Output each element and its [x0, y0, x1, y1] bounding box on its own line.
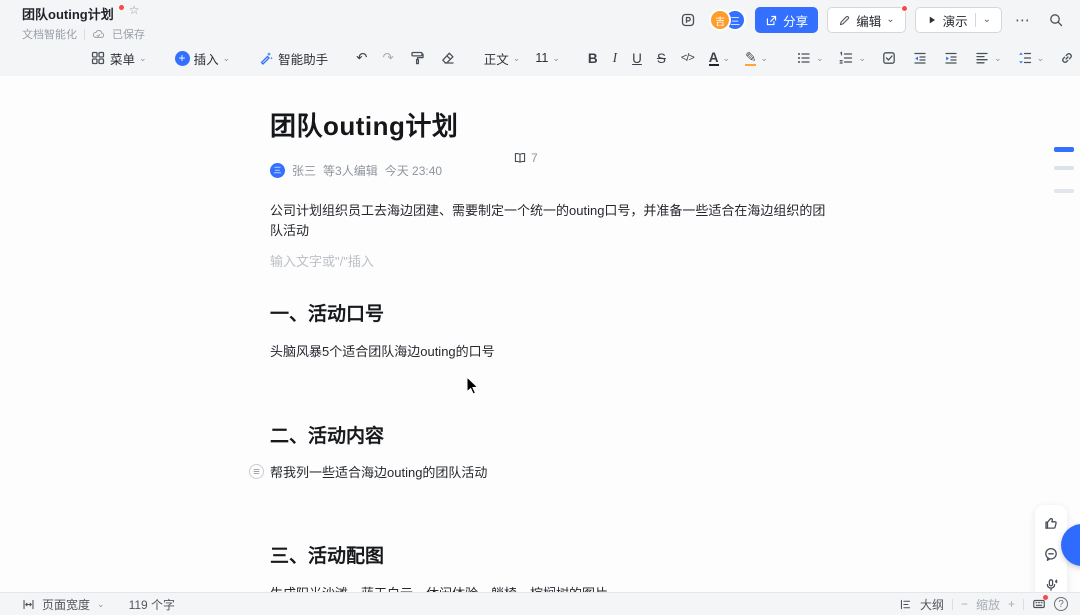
doc-title-text[interactable]: 团队outing计划	[22, 4, 114, 23]
inline-code-button[interactable]: </>	[677, 49, 698, 67]
cloud-saved-icon	[92, 28, 105, 41]
more-menu-icon[interactable]: ⋯	[1011, 8, 1035, 32]
outdent-button[interactable]	[908, 47, 932, 69]
chevron-down-icon: ⌄	[223, 56, 231, 61]
font-size-select[interactable]: 11⌄	[531, 48, 564, 68]
link-button[interactable]	[1055, 47, 1079, 69]
line-spacing-button[interactable]: ⌄	[1013, 47, 1049, 69]
undo-button[interactable]: ↶	[352, 47, 371, 69]
menu-button[interactable]: 菜单⌄	[86, 46, 151, 71]
bold-button[interactable]: B	[584, 48, 602, 69]
page-width-select[interactable]: 页面宽度	[42, 596, 90, 613]
section-heading-3[interactable]: 三、活动配图	[270, 541, 830, 568]
chevron-down-icon: ⌄	[139, 56, 147, 61]
paragraph-menu-icon[interactable]	[249, 464, 264, 479]
collaborator-avatars[interactable]: 吉 三	[709, 9, 746, 31]
edit-mode-button[interactable]: 编辑 ⌄	[827, 7, 905, 33]
editor-placeholder[interactable]: 输入文字或"/"插入	[270, 251, 830, 270]
section-heading-1[interactable]: 一、活动口号	[270, 299, 830, 326]
help-button[interactable]: ?	[1054, 597, 1068, 611]
top-bar: 团队outing计划 ☆ 文档智能化 已保存 吉 三	[0, 0, 1080, 40]
format-painter-icon[interactable]	[405, 47, 429, 69]
section-heading-2[interactable]: 二、活动内容	[270, 421, 830, 448]
notification-dot	[1043, 595, 1048, 600]
task-checkbox-button[interactable]	[877, 47, 901, 69]
chevron-down-icon: ⌄	[983, 17, 991, 23]
author-avatar[interactable]: 三	[270, 163, 285, 178]
outline-indicator[interactable]	[1054, 189, 1074, 193]
outline-indicator[interactable]	[1054, 166, 1074, 170]
share-button[interactable]: 分享	[755, 7, 818, 33]
like-button[interactable]	[1040, 512, 1062, 534]
redo-button[interactable]: ↷	[378, 47, 397, 69]
editor-toolbar: 菜单⌄ + 插入⌄ 智能助手 ↶ ↷ 正文⌄ 11⌄ B I U S	[0, 40, 1080, 76]
insert-button[interactable]: + 插入⌄	[171, 46, 235, 71]
mouse-cursor	[466, 376, 480, 396]
edit-notification-dot	[901, 5, 908, 12]
ai-assistant-button[interactable]: 智能助手	[254, 46, 332, 71]
unsaved-red-dot	[119, 5, 124, 10]
edit-time: 今天 23:40	[385, 162, 442, 179]
shortcuts-button[interactable]	[1032, 597, 1046, 611]
divider	[84, 29, 85, 40]
chevron-down-icon: ⌄	[858, 56, 866, 61]
font-color-button[interactable]: A⌄	[705, 48, 734, 69]
comment-bubble-button[interactable]	[1040, 543, 1062, 565]
status-bar: 页面宽度 ⌄ 119 个字 大纲 − 缩放 + ?	[0, 592, 1080, 615]
divider	[1023, 599, 1024, 610]
outline-indicator-active[interactable]	[1054, 147, 1074, 152]
search-icon[interactable]	[1044, 8, 1068, 32]
zoom-level: 缩放	[976, 596, 1000, 613]
outline-icon	[899, 598, 912, 611]
align-button[interactable]: ⌄	[970, 47, 1006, 69]
chevron-down-icon: ⌄	[513, 56, 521, 61]
italic-button[interactable]: I	[609, 47, 622, 69]
chevron-down-icon: ⌄	[994, 56, 1002, 61]
paragraph-style-select[interactable]: 正文⌄	[480, 46, 525, 71]
author-name[interactable]: 张三	[292, 162, 316, 179]
zoom-out-button[interactable]: −	[961, 597, 968, 611]
word-count: 119 个字	[129, 596, 175, 613]
document-title[interactable]: 团队outing计划	[270, 106, 830, 143]
underline-button[interactable]: U	[628, 48, 646, 69]
avatar[interactable]: 吉	[709, 9, 731, 31]
chevron-down-icon: ⌄	[723, 56, 731, 61]
doc-info: 团队outing计划 ☆ 文档智能化 已保存	[22, 4, 145, 42]
document-canvas[interactable]: 团队outing计划 三 张三 等3人编辑 今天 23:40 公司计划组织员工去…	[0, 76, 1080, 592]
chevron-down-icon: ⌄	[1037, 56, 1045, 61]
doc-meta-row: 三 张三 等3人编辑 今天 23:40	[270, 162, 830, 179]
plus-icon: +	[175, 51, 190, 66]
bullet-list-button[interactable]: ⌄	[792, 47, 828, 69]
zoom-in-button[interactable]: +	[1008, 597, 1015, 611]
history-record-icon[interactable]	[676, 8, 700, 32]
strikethrough-button[interactable]: S	[653, 48, 670, 69]
present-button[interactable]: 演示 ⌄	[915, 7, 1002, 33]
ordered-list-button[interactable]: ⌄	[834, 47, 870, 69]
outline-toggle[interactable]: 大纲	[920, 596, 944, 613]
favorite-star-icon[interactable]: ☆	[129, 3, 140, 17]
page-width-icon	[22, 598, 35, 611]
app-window: 团队outing计划 ☆ 文档智能化 已保存 吉 三	[0, 0, 1080, 615]
chevron-down-icon: ⌄	[816, 56, 824, 61]
section-body-2[interactable]: 帮我列一些适合海边outing的团队活动	[270, 462, 487, 481]
reader-count[interactable]: 7	[513, 151, 538, 165]
eraser-icon[interactable]	[436, 47, 460, 69]
divider	[975, 13, 976, 27]
chevron-down-icon: ⌄	[97, 599, 105, 610]
edit-info: 等3人编辑	[323, 162, 378, 179]
divider	[952, 599, 953, 610]
chevron-down-icon: ⌄	[552, 56, 560, 61]
chevron-down-icon: ⌄	[886, 17, 894, 23]
intro-paragraph[interactable]: 公司计划组织员工去海边团建、需要制定一个统一的outing口号，并准备一些适合在…	[270, 201, 830, 240]
highlight-color-button[interactable]: ✎⌄	[741, 48, 772, 69]
topbar-actions: 吉 三 分享 编辑 ⌄ 演示 ⌄ ⋯	[676, 7, 1068, 33]
chevron-down-icon: ⌄	[760, 56, 768, 61]
section-body-1[interactable]: 头脑风暴5个适合团队海边outing的口号	[270, 341, 830, 360]
indent-button[interactable]	[939, 47, 963, 69]
